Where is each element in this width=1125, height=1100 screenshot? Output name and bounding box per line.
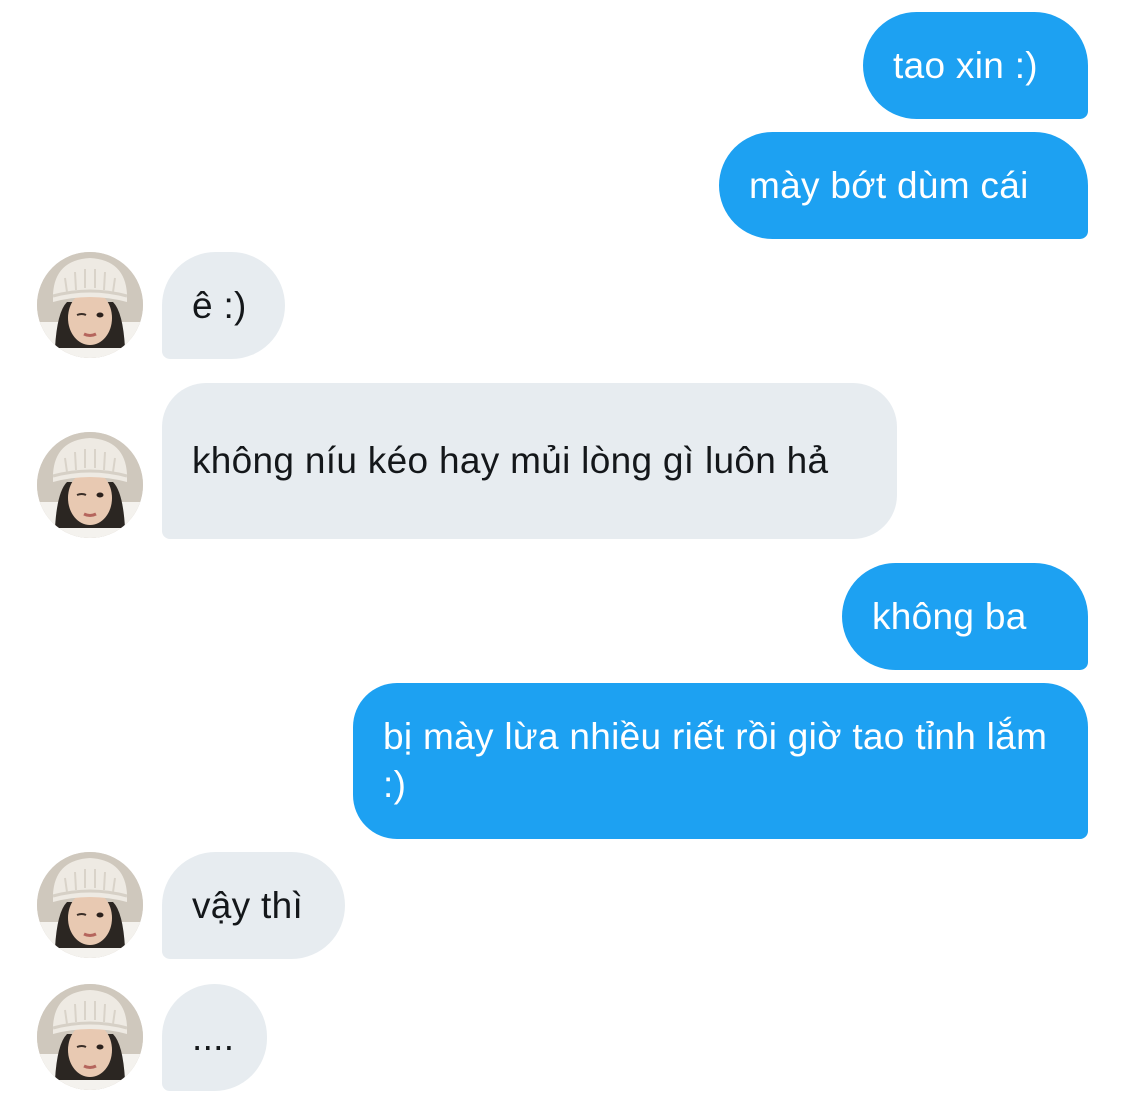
message-text: mày bớt dùm cái [749,164,1029,206]
message-text: tao xin :) [893,44,1038,86]
sent-message-bubble[interactable]: mày bớt dùm cái [719,132,1088,239]
sent-message-bubble[interactable]: tao xin :) [863,12,1088,119]
received-message-bubble[interactable]: .... [162,984,267,1091]
contact-avatar[interactable] [37,252,143,358]
message-text: vậy thì [192,884,304,926]
contact-avatar[interactable] [37,984,143,1090]
user-avatar-photo-icon [37,252,143,358]
user-avatar-photo-icon [37,984,143,1090]
message-text: .... [192,1016,235,1058]
message-text: bị mày lừa nhiều riết rồi giờ tao tỉnh l… [383,716,1048,805]
message-text: ê :) [192,284,247,326]
received-message-bubble[interactable]: ê :) [162,252,285,359]
user-avatar-photo-icon [37,432,143,538]
sent-message-bubble[interactable]: không ba [842,563,1088,670]
received-message-bubble[interactable]: vậy thì [162,852,345,959]
user-avatar-photo-icon [37,852,143,958]
sent-message-bubble[interactable]: bị mày lừa nhiều riết rồi giờ tao tỉnh l… [353,683,1088,839]
contact-avatar[interactable] [37,432,143,538]
received-message-bubble[interactable]: không níu kéo hay mủi lòng gì luôn hả [162,383,897,539]
conversation-thread: tao xin :) mày bớt dùm cái ê :) không ní… [0,0,1125,1100]
contact-avatar[interactable] [37,852,143,958]
message-text: không níu kéo hay mủi lòng gì luôn hả [192,440,829,481]
message-text: không ba [872,595,1027,637]
